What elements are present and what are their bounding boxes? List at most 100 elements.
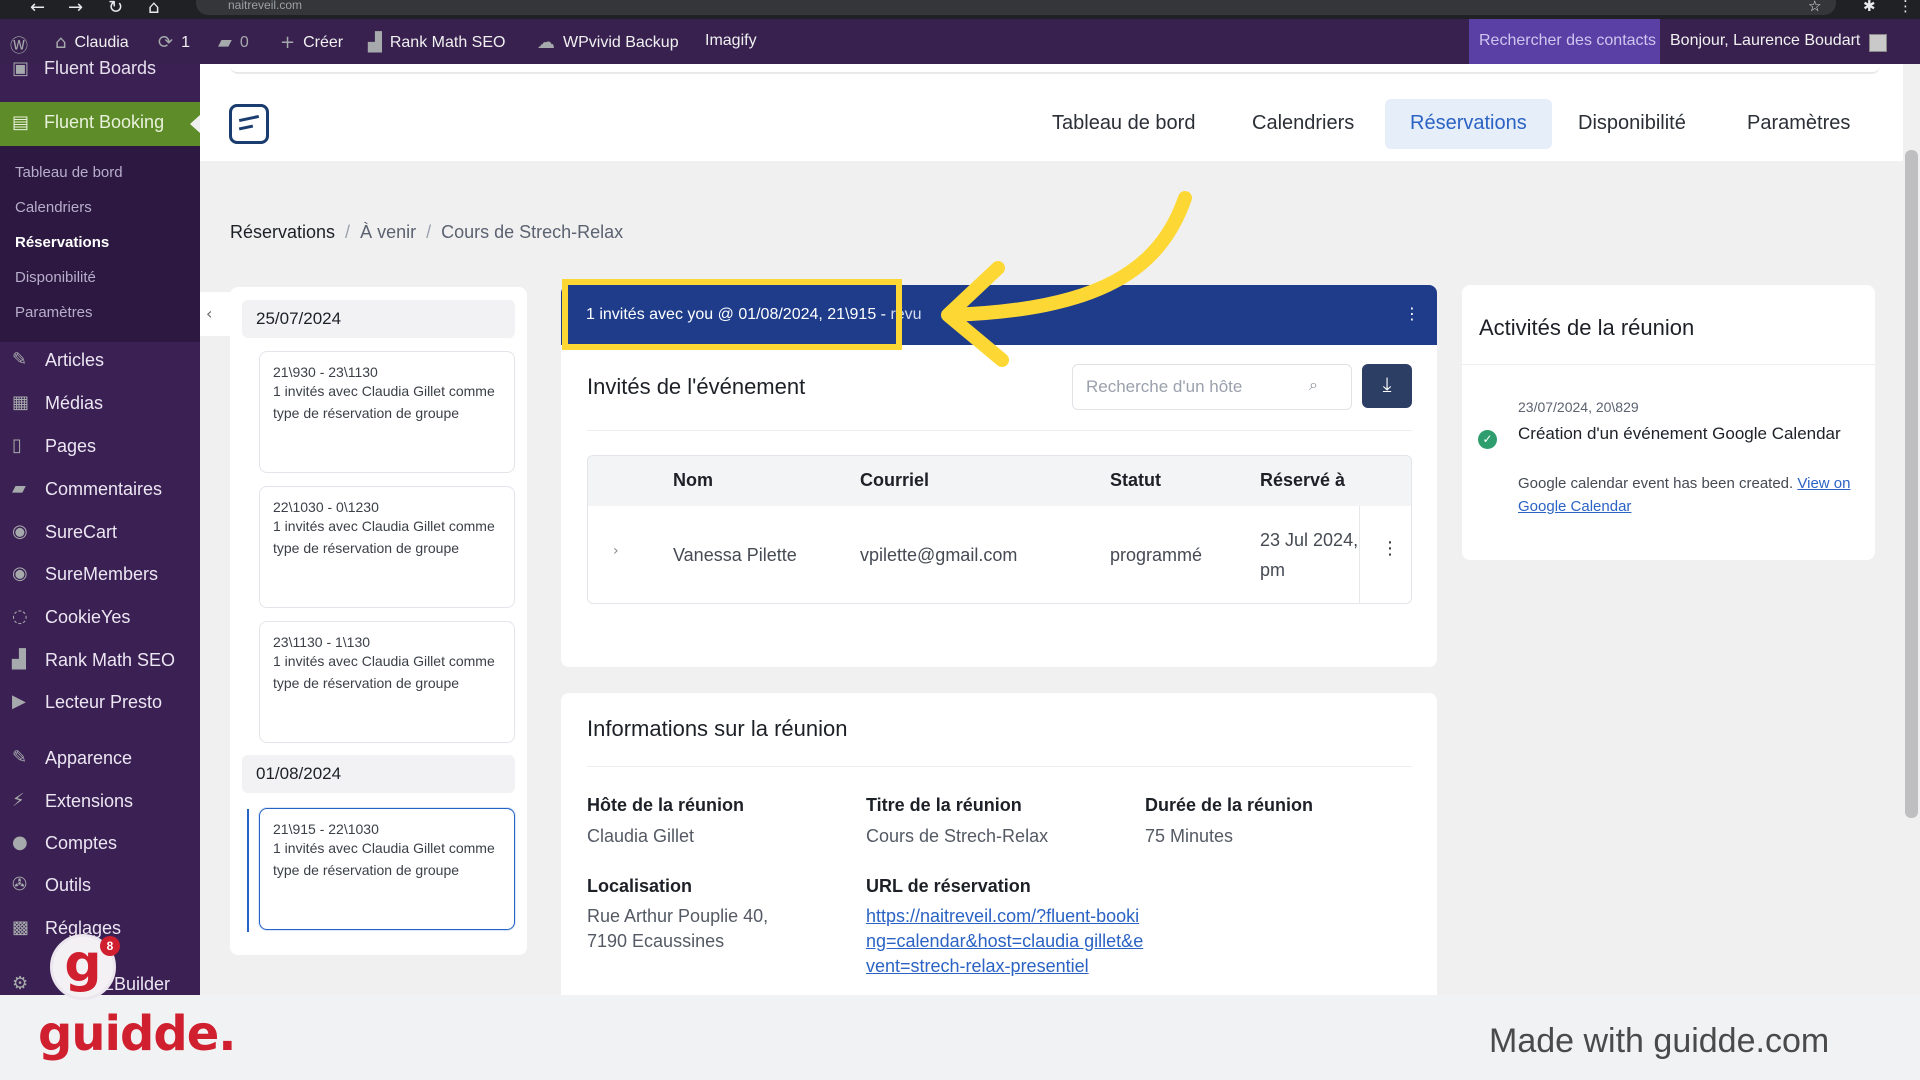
guidde-logo: guidde. (38, 1006, 236, 1062)
plugin-icon: ⚡ (12, 790, 25, 811)
sidebar-item-extensions[interactable]: ⚡ Extensions (0, 783, 200, 823)
column-header-courriel[interactable]: Courriel (860, 470, 929, 491)
tab-reservations[interactable]: Réservations (1385, 99, 1552, 149)
brush-icon: ✎ (12, 747, 28, 768)
column-header-reserve[interactable]: Réservé à (1260, 470, 1345, 491)
tutorial-arrow-icon (941, 191, 1192, 367)
new-content-link[interactable]: + Créer (280, 32, 343, 53)
tab-calendriers[interactable]: Calendriers (1227, 99, 1379, 149)
scrollbar-thumb[interactable] (1905, 150, 1918, 818)
arrow-left-icon[interactable]: ← (30, 0, 45, 18)
page-icon: ▯ (12, 435, 22, 456)
duration-label: Durée de la réunion (1145, 795, 1314, 815)
breadcrumb: Réservations / À venir / Cours de Strech-Rel… (230, 222, 624, 242)
address-bar[interactable]: naitreveil.com (196, 0, 1836, 15)
sidebar-item-lecteur-presto[interactable]: ▶ Lecteur Presto (0, 684, 200, 724)
guest-status: programmé (1110, 545, 1203, 565)
user-icon: ● (12, 832, 28, 853)
sidebar-item-suremembers[interactable]: ◉ SureMembers (0, 556, 200, 596)
download-button[interactable]: ⤓ (1362, 364, 1412, 408)
sidebar-item-fluent-booking[interactable]: ▤ Fluent Booking (0, 102, 200, 146)
search-icon[interactable]: ⌕ (1309, 375, 1318, 395)
updates-link[interactable]: ⟳ 1 (158, 32, 190, 53)
check-circle-icon: ✓ (1478, 430, 1497, 449)
page-scrollbar[interactable] (1903, 64, 1920, 995)
breadcrumb-a-venir[interactable]: À venir (360, 222, 416, 242)
cloud-icon: ☁ (537, 32, 555, 53)
home-icon[interactable]: ⌂ (148, 0, 159, 18)
activity-body: Google calendar event has been created. … (1518, 475, 1851, 515)
browser-menu-icon[interactable]: ⋮ (1898, 0, 1913, 15)
date-header: 25/07/2024 (242, 300, 515, 338)
activities-title: Activités de la réunion (1479, 315, 1695, 340)
sidebar-item-apparence[interactable]: ✎ Apparence (0, 740, 200, 780)
submenu-calendriers[interactable]: Calendriers (15, 199, 92, 216)
sidebar-item-commentaires[interactable]: ▰ Commentaires (0, 471, 200, 511)
browser-toolbar: ← → ↻ ⌂ naitreveil.com ☆ ✱ ⋮ (0, 0, 1920, 19)
chevron-right-icon[interactable]: › (613, 543, 619, 559)
submenu-tableau-de-bord[interactable]: Tableau de bord (15, 164, 123, 181)
sidebar-item-surecart[interactable]: ◉ SureCart (0, 514, 200, 554)
booking-date-list: 25/07/2024 21\930 - 23\1130 1 invités av… (230, 287, 527, 955)
search-contacts-button[interactable]: Rechercher des contacts (1469, 19, 1660, 64)
booking-slot[interactable]: 23\1130 - 1\130 1 invités avec Claudia G… (259, 621, 515, 743)
breadcrumb-reservations[interactable]: Réservations (230, 222, 335, 242)
column-header-nom[interactable]: Nom (673, 470, 713, 491)
sidebar-item-fluent-boards[interactable]: Fluent Boards (44, 58, 156, 79)
fluent-booking-logo-icon[interactable] (229, 104, 269, 144)
settings-icon: ▩ (12, 917, 30, 938)
tab-disponibilite[interactable]: Disponibilité (1553, 99, 1711, 149)
arrow-right-icon[interactable]: → (68, 0, 83, 18)
rank-math-link[interactable]: ▟ Rank Math SEO (368, 32, 505, 53)
column-header-statut[interactable]: Statut (1110, 470, 1161, 491)
site-name-link[interactable]: ⌂ Claudia (55, 32, 129, 53)
row-actions-icon[interactable]: ⋮ (1381, 538, 1399, 559)
breadcrumb-current: Cours de Strech-Relax (441, 222, 624, 242)
extensions-icon[interactable]: ✱ (1863, 0, 1876, 15)
submenu-parametres[interactable]: Paramètres (15, 304, 93, 321)
gear-icon: ⚙ (12, 973, 29, 994)
sidebar-item-cookieyes[interactable]: ◌ CookieYes (0, 599, 200, 639)
wordpress-logo-icon[interactable]: Ⓦ (10, 32, 28, 58)
date-header: 01/08/2024 (242, 755, 515, 793)
submenu-reservations[interactable]: Réservations (15, 234, 109, 251)
avatar[interactable] (1869, 34, 1887, 52)
booking-url-label: URL de réservation (866, 876, 1031, 896)
sidebar-item-pages[interactable]: ▯ Pages (0, 428, 200, 468)
duration-value: 75 Minutes (1145, 826, 1234, 846)
rank-math-icon: ▟ (12, 649, 26, 670)
booking-url-link[interactable]: https://naitreveil.com/?fluent-booking=c… (866, 904, 1146, 979)
star-icon[interactable]: ☆ (1808, 0, 1821, 15)
media-icon: ▦ (12, 392, 30, 413)
reload-icon[interactable]: ↻ (108, 0, 123, 18)
host-label: Hôte de la réunion (587, 795, 745, 815)
pin-icon: ✎ (12, 349, 28, 370)
location-label: Localisation (587, 876, 693, 896)
chevron-left-icon[interactable]: ‹ (200, 292, 230, 336)
tab-tableau-de-bord[interactable]: Tableau de bord (1027, 99, 1220, 149)
home-icon: ⌂ (55, 32, 67, 53)
comments-link[interactable]: ▰ 0 (218, 32, 249, 53)
location-line2: 7190 Ecaussines (587, 931, 725, 951)
activity-heading: Création d'un événement Google Calendar (1518, 424, 1841, 443)
booking-slot-selected[interactable]: 21\915 - 22\1030 1 invités avec Claudia … (259, 808, 515, 930)
sidebar-item-articles[interactable]: ✎ Articles (0, 342, 200, 382)
tab-parametres[interactable]: Paramètres (1722, 99, 1875, 149)
tutorial-highlight-box (562, 279, 902, 350)
sidebar-item-rank-math[interactable]: ▟ Rank Math SEO (0, 642, 200, 682)
guests-title: Invités de l'événement (587, 374, 806, 399)
imagify-link[interactable]: Imagify (705, 32, 757, 50)
guest-booked-at-suffix: pm (1260, 560, 1286, 580)
made-with-guidde: Made with guidde.com (1489, 1022, 1830, 1060)
booking-slot[interactable]: 21\930 - 23\1130 1 invités avec Claudia … (259, 351, 515, 473)
wpvivid-link[interactable]: ☁ WPvivid Backup (537, 32, 679, 53)
user-greeting[interactable]: Bonjour, Laurence Boudart (1670, 32, 1860, 50)
admin-sidebar: ▣ Fluent Boards ▤ Fluent Booking Tableau… (0, 58, 200, 995)
location-line1: Rue Arthur Pouplie 40, (587, 906, 769, 926)
sidebar-item-comptes[interactable]: ● Comptes (0, 825, 200, 865)
sidebar-item-medias[interactable]: ▦ Médias (0, 385, 200, 425)
submenu-disponibilite[interactable]: Disponibilité (15, 269, 96, 286)
sidebar-item-outils[interactable]: ✇ Outils (0, 867, 200, 907)
more-options-icon[interactable]: ⋮ (1404, 304, 1420, 323)
booking-slot[interactable]: 22\1030 - 0\1230 1 invités avec Claudia … (259, 486, 515, 608)
